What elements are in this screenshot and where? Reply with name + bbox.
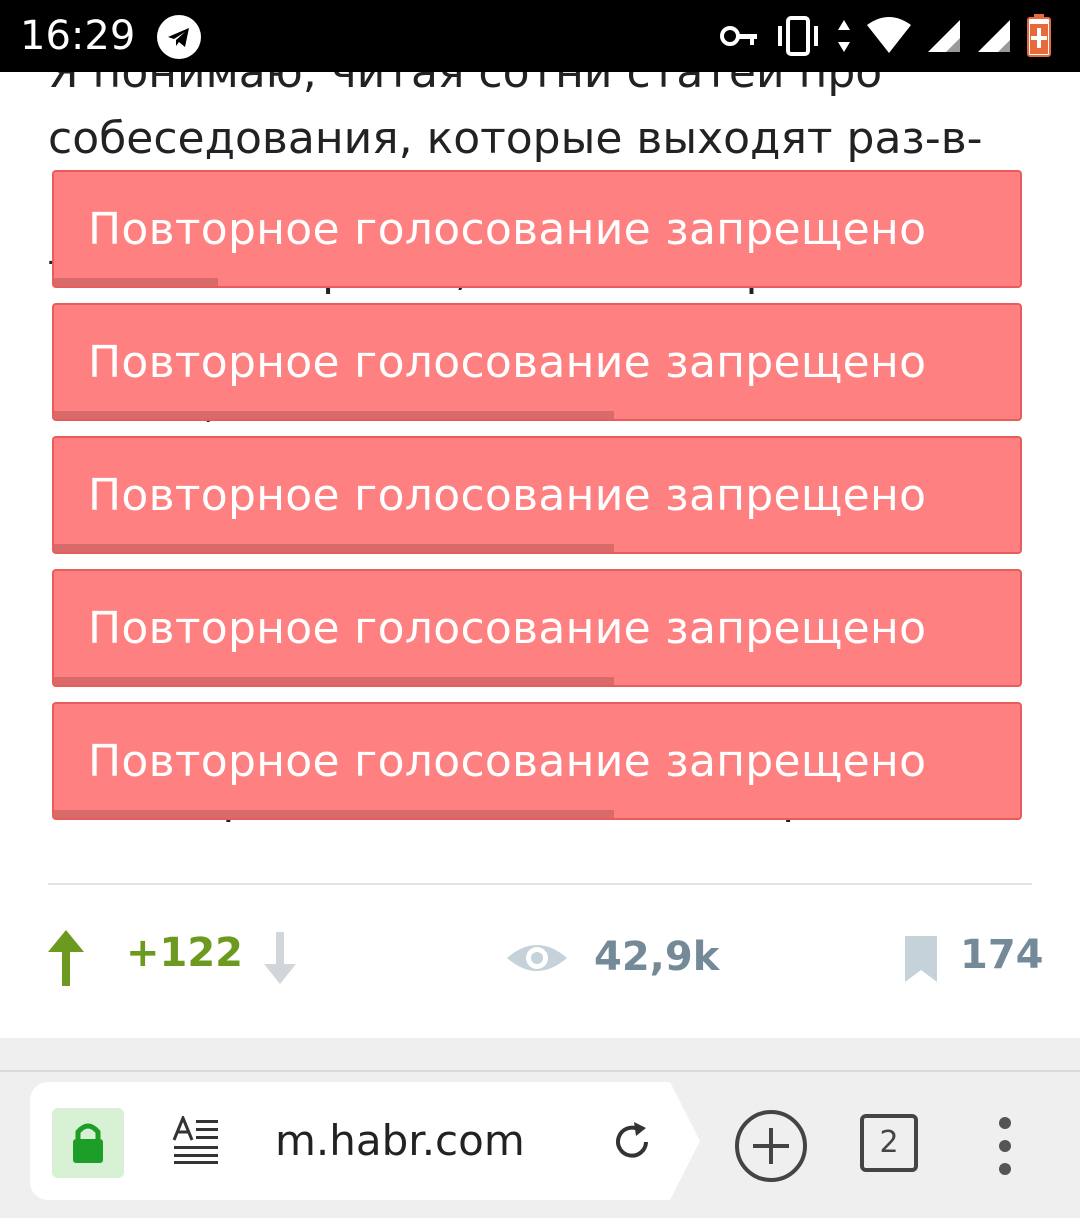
address-bar[interactable]: m.habr.com <box>30 1082 670 1200</box>
toast-notification[interactable]: Повторное голосование запрещено <box>52 569 1022 687</box>
reader-mode-icon[interactable] <box>172 1114 222 1168</box>
menu-button[interactable] <box>990 1116 1020 1180</box>
plus-circle-icon <box>735 1110 807 1182</box>
bookmarks-count: 174 <box>960 932 1044 978</box>
telegram-icon <box>157 15 201 59</box>
vote-score: +122 <box>126 930 244 976</box>
toast-message: Повторное голосование запрещено <box>88 736 927 787</box>
views-count: 42,9k <box>594 934 720 980</box>
status-icons <box>720 14 1052 58</box>
vote-up-button[interactable] <box>46 928 86 992</box>
toast-progress-bar <box>54 278 219 286</box>
toast-progress-bar <box>54 411 615 419</box>
new-tab-button[interactable] <box>733 1108 809 1188</box>
bookmark-icon[interactable] <box>903 934 939 988</box>
toast-progress-bar <box>54 677 615 685</box>
url-text[interactable]: m.habr.com <box>275 1116 525 1166</box>
post-stats: +122 42,9k 174 <box>0 900 1080 1020</box>
vpn-key-icon <box>720 26 757 46</box>
toast-notification[interactable]: Повторное голосование запрещено <box>52 436 1022 554</box>
page-bottom-band <box>0 1038 1080 1070</box>
wifi-icon <box>867 17 911 53</box>
signal-icon-1 <box>928 20 960 52</box>
eye-icon <box>505 938 569 982</box>
tabs-button[interactable]: 2 <box>860 1114 918 1172</box>
signal-icon-2 <box>978 20 1010 52</box>
address-bar-arrow <box>670 1082 700 1200</box>
article-line: собеседования, которые выходят раз-в- <box>48 113 983 164</box>
toast-notification[interactable]: Повторное голосование запрещено <box>52 702 1022 820</box>
divider <box>48 883 1032 885</box>
toast-message: Повторное голосование запрещено <box>88 337 927 388</box>
toast-message: Повторное голосование запрещено <box>88 204 927 255</box>
toast-notification[interactable]: Повторное голосование запрещено <box>52 170 1022 288</box>
lock-icon[interactable] <box>52 1108 124 1178</box>
toast-message: Повторное голосование запрещено <box>88 470 927 521</box>
arrow-down-icon <box>264 932 296 984</box>
arrow-up-icon <box>48 930 84 986</box>
status-time: 16:29 <box>20 13 136 59</box>
toast-progress-bar <box>54 810 615 818</box>
more-vert-icon <box>999 1117 1011 1175</box>
toast-progress-bar <box>54 544 615 552</box>
browser-toolbar: m.habr.com 2 <box>0 1070 1080 1218</box>
reload-icon[interactable] <box>610 1120 654 1168</box>
toast-message: Повторное голосование запрещено <box>88 603 927 654</box>
data-arrows-icon <box>838 20 850 52</box>
vibrate-icon <box>778 16 818 56</box>
toast-notification[interactable]: Повторное голосование запрещено <box>52 303 1022 421</box>
battery-charging-icon <box>1027 14 1051 57</box>
status-bar: 16:29 <box>0 0 1080 72</box>
vote-down-button[interactable] <box>262 930 298 990</box>
